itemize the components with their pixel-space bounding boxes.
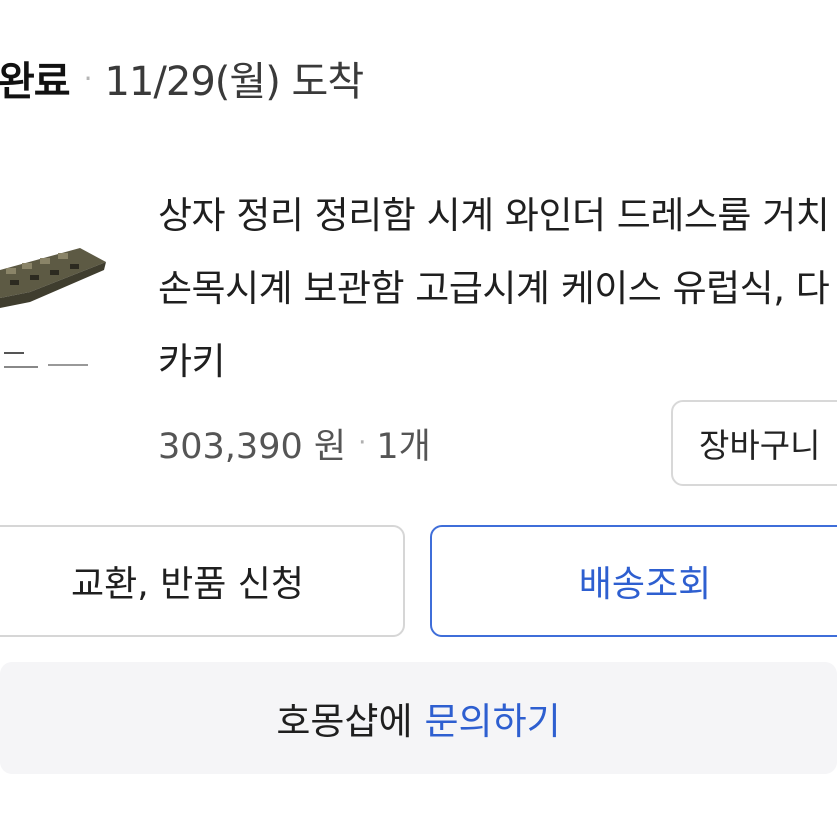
price-row: 303,390 원 · 1개 (158, 418, 431, 468)
delivery-date: 11/29(월) 도착 (104, 59, 365, 105)
track-delivery-label: 배송조회 (578, 564, 712, 605)
inquiry-link[interactable]: 문의하기 (425, 691, 561, 745)
exchange-return-label: 교환, 반품 신청 (70, 564, 305, 605)
product-quantity: 1개 (376, 426, 431, 467)
price-separator: · (358, 428, 367, 458)
product-option: 카키 (158, 340, 226, 383)
status-separator: · (83, 61, 93, 95)
seller-inquiry-bar[interactable]: 호몽샵에 문의하기 (0, 662, 837, 774)
track-delivery-button[interactable]: 배송조회 (430, 525, 837, 637)
delivery-status: 완료 (0, 59, 71, 105)
product-photo-icon (0, 248, 106, 368)
cart-button-label: 장바구니 (699, 426, 821, 465)
delivery-status-row: 완료 · 11/29(월) 도착 (0, 48, 365, 108)
product-thumbnail[interactable] (0, 200, 112, 390)
seller-name: 호몽샵에 (276, 700, 413, 743)
exchange-return-button[interactable]: 교환, 반품 신청 (0, 525, 405, 637)
product-title-line-2[interactable]: 손목시계 보관함 고급시계 케이스 유럽식, 다 (158, 258, 830, 312)
product-title-line-1[interactable]: 상자 정리 정리함 시계 와인더 드레스룸 거치 (158, 185, 830, 239)
product-price: 303,390 원 (158, 426, 347, 467)
add-to-cart-button[interactable]: 장바구니 (671, 400, 837, 486)
